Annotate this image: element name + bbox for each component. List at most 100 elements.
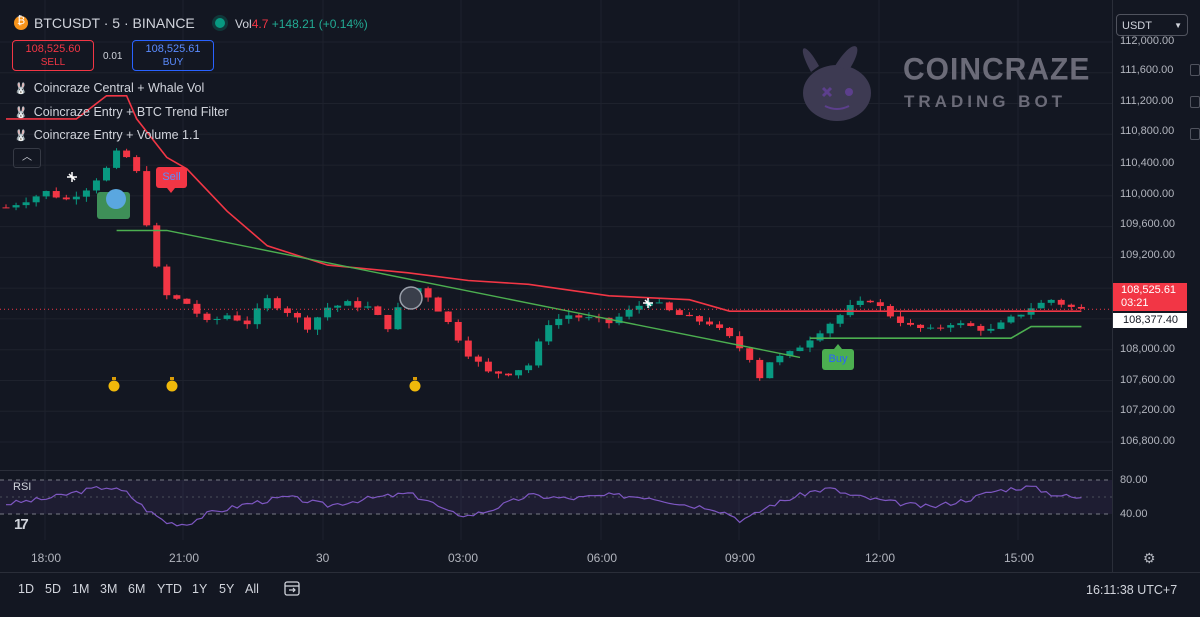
money-bag-icon: [166, 380, 178, 392]
candle-body: [766, 362, 774, 379]
candle-body: [273, 298, 281, 309]
tradingview-logo[interactable]: 17: [14, 516, 29, 533]
candle-body: [1037, 302, 1045, 309]
candle-body: [153, 225, 161, 267]
candle-body: [695, 316, 703, 322]
money-bag-icon: [413, 377, 417, 380]
candle-body: [545, 325, 553, 342]
indicator-legend-item[interactable]: 🐰 Coincraze Entry + Volume 1.1: [14, 128, 199, 142]
candle-body: [585, 317, 593, 319]
range-button-6m[interactable]: 6M: [128, 582, 145, 596]
price-axis-label: 110,800.00: [1120, 125, 1175, 137]
buy-button[interactable]: 108,525.61 BUY: [132, 40, 214, 71]
money-bag-icon: [112, 377, 116, 380]
money-bag-icon: [409, 380, 421, 392]
candle-body: [525, 365, 533, 371]
current-price-tag: 108,525.61 03:21: [1113, 283, 1187, 311]
candle-body: [937, 327, 945, 329]
price-axis-label: 111,200.00: [1120, 95, 1174, 107]
candle-body: [746, 348, 754, 360]
logo-title: COINCRAZE: [903, 52, 1091, 87]
candle-body: [203, 313, 211, 320]
range-button-3m[interactable]: 3M: [100, 582, 117, 596]
candle-body: [183, 298, 191, 304]
candle-body: [223, 315, 231, 319]
candle-body: [123, 150, 131, 158]
currency-select[interactable]: USDT ▼: [1116, 14, 1188, 36]
rsi-upper-label: 80.00: [1120, 474, 1148, 486]
candle-body: [1067, 304, 1075, 307]
date-range-calendar-icon[interactable]: [283, 579, 301, 597]
candle-body: [866, 300, 874, 303]
sell-signal-pointer: [167, 188, 175, 193]
symbol-header[interactable]: BTCUSDT · 5 · BINANCE: [14, 15, 225, 31]
candle-body: [1047, 299, 1055, 303]
money-bag-icon: [170, 377, 174, 380]
rsi-pane-separator: [0, 470, 1112, 471]
candle-body: [816, 333, 824, 341]
side-toolbar-button[interactable]: [1190, 64, 1200, 76]
chevron-up-icon: ︿: [22, 152, 32, 163]
rsi-label[interactable]: RSI: [13, 481, 31, 493]
candle-body: [293, 312, 301, 318]
candle-body: [756, 359, 764, 379]
price-axis-label: 106,800.00: [1120, 435, 1176, 447]
candle-body: [263, 298, 271, 309]
candle-body: [113, 150, 121, 168]
range-button-5y[interactable]: 5Y: [219, 582, 234, 596]
candle-body: [716, 324, 724, 328]
sell-button[interactable]: 108,525.60 SELL: [12, 40, 94, 71]
candle-body: [826, 323, 834, 334]
candle-body: [625, 309, 633, 317]
range-button-1y[interactable]: 1Y: [192, 582, 207, 596]
candle-body: [193, 303, 201, 314]
collapse-legend-button[interactable]: ︿: [13, 148, 41, 168]
sell-signal-label[interactable]: Sell: [156, 167, 187, 188]
time-axis-label: 12:00: [865, 551, 896, 565]
candle-body: [42, 191, 50, 197]
range-button-1d[interactable]: 1D: [18, 582, 34, 596]
candle-body: [836, 315, 844, 324]
candle-body: [987, 328, 995, 331]
range-button-5d[interactable]: 5D: [45, 582, 61, 596]
buy-signal-label[interactable]: Buy: [822, 349, 854, 370]
candle-body: [243, 320, 251, 325]
candle-body: [494, 371, 502, 374]
range-button-all[interactable]: All: [245, 582, 259, 596]
candle-body: [253, 308, 261, 325]
volume-label: Vol: [235, 17, 252, 31]
sparkle-icon: [67, 172, 77, 182]
candle-body: [52, 191, 60, 198]
candle-body: [685, 314, 693, 317]
time-axis-label: 06:00: [587, 551, 618, 565]
candle-body: [394, 307, 402, 330]
logo-subtitle: TRADING BOT: [904, 92, 1067, 111]
side-toolbar-button[interactable]: [1190, 96, 1200, 108]
bunny-icon: 🐰: [14, 82, 28, 95]
side-toolbar-button[interactable]: [1190, 128, 1200, 140]
range-button-1m[interactable]: 1M: [72, 582, 89, 596]
candle-body: [354, 301, 362, 308]
range-button-ytd[interactable]: YTD: [157, 582, 182, 596]
candle-body: [454, 322, 462, 341]
current-price-value: 108,525.61: [1121, 284, 1177, 296]
chart-settings-gear-icon[interactable]: ⚙: [1143, 550, 1156, 567]
candle-body: [213, 318, 221, 320]
candle-body: [163, 266, 171, 296]
candle-body: [62, 197, 70, 200]
time-axis-label: 03:00: [448, 551, 479, 565]
candle-body: [143, 171, 151, 226]
indicator-legend-item[interactable]: 🐰 Coincraze Central + Whale Vol: [14, 81, 204, 95]
candle-body: [82, 190, 90, 197]
candle-body: [776, 355, 784, 363]
candle-body: [655, 302, 663, 304]
market-open-status-icon: [214, 18, 225, 28]
utc-clock[interactable]: 16:11:38 UTC+7: [1086, 583, 1177, 597]
price-axis-label: 110,000.00: [1120, 188, 1175, 200]
indicator-label: Coincraze Central + Whale Vol: [33, 81, 205, 95]
sparkle-icon: [643, 298, 653, 308]
candle-body: [233, 315, 241, 321]
currency-value: USDT: [1122, 20, 1152, 32]
indicator-legend-item[interactable]: 🐰 Coincraze Entry + BTC Trend Filter: [14, 105, 229, 119]
candle-body: [324, 307, 332, 318]
